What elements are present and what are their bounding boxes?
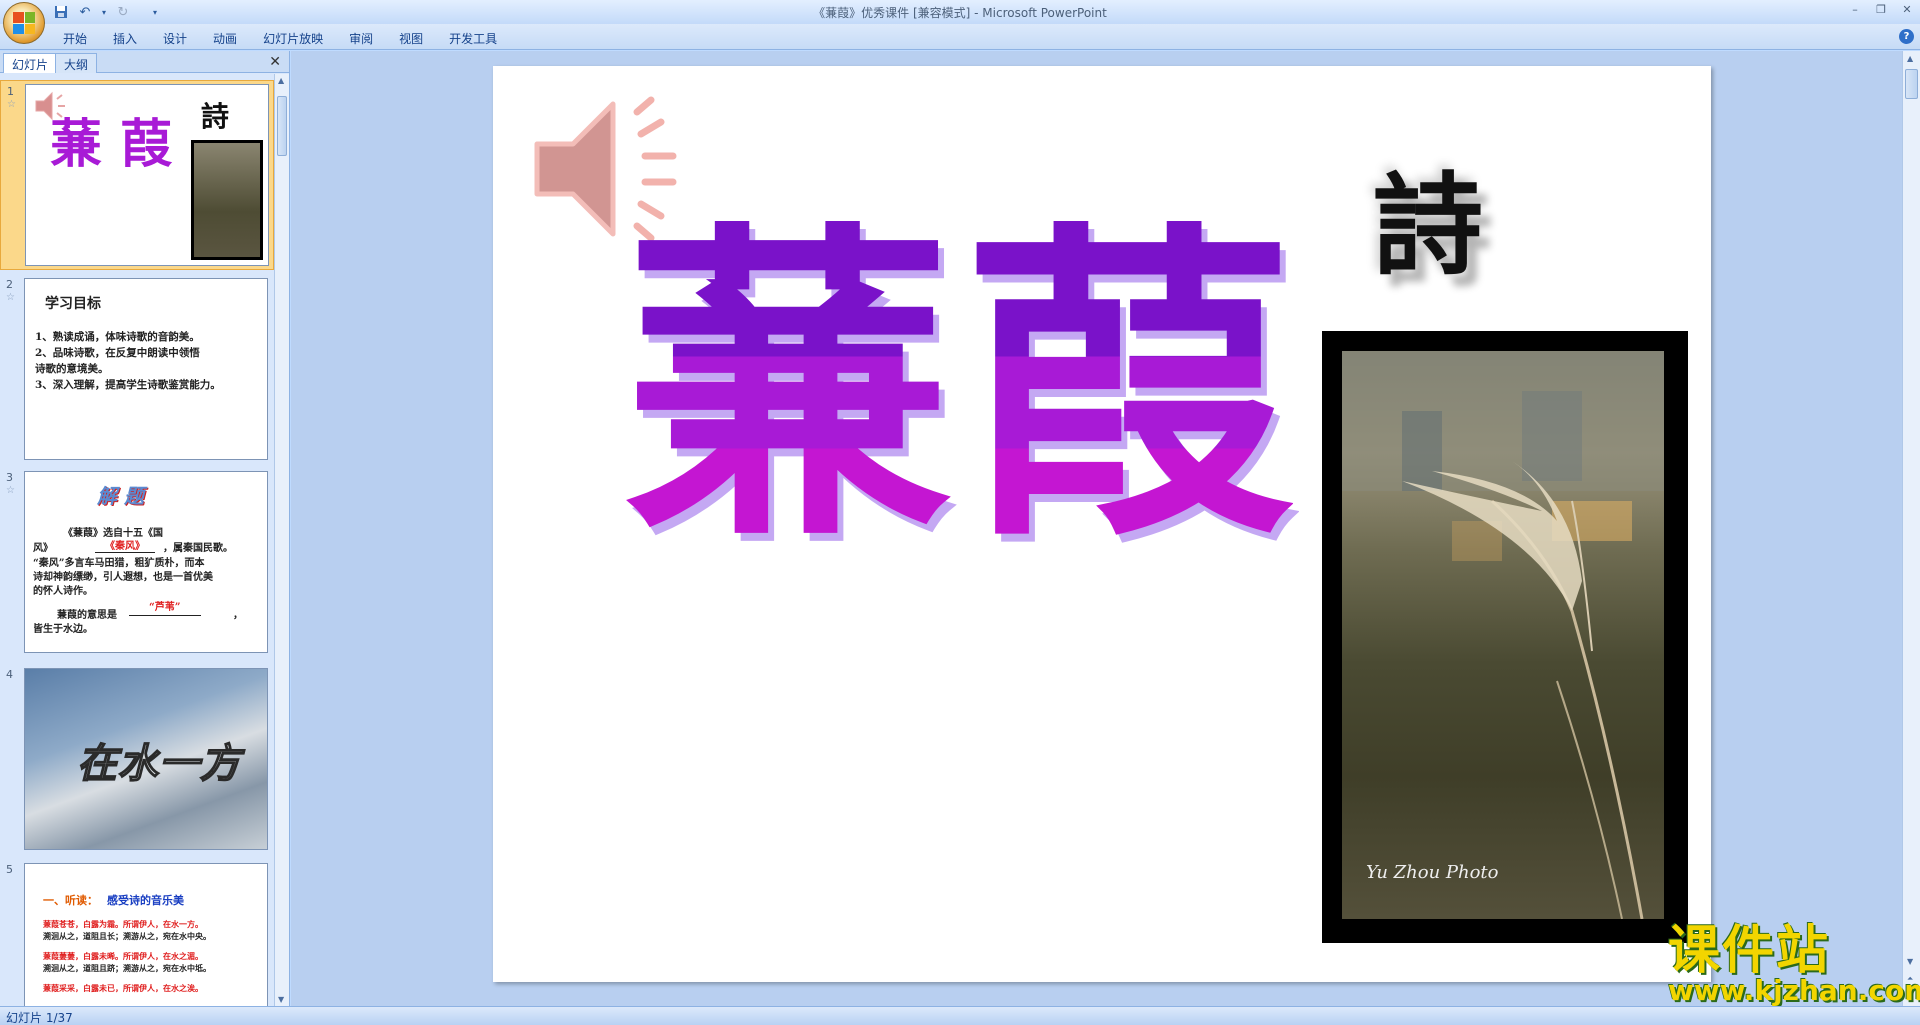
scroll-up-icon[interactable]: ▲ — [1907, 54, 1913, 63]
thumb-5-line-2: 溯洄从之，道阻且长；溯游从之，宛在水中央。 — [43, 931, 211, 941]
thumb-3-line-6-answer: “芦苇” — [129, 598, 201, 616]
thumb-3-line-2-answer: 《秦风》 — [95, 537, 155, 553]
slide-1[interactable]: 蒹 葭 詩 Yu Zhou Photo — [493, 66, 1711, 982]
slide-thumb-2-preview: 学习目标 1、熟读成诵，体味诗歌的音韵美。 2、品味诗歌，在反复中朗读中领悟 诗… — [24, 278, 268, 460]
slide-number: 2 — [6, 278, 13, 291]
thumbnails-scrollbar[interactable]: ▲ ▼ — [274, 74, 289, 1006]
ribbon-tabs: 开始 插入 设计 动画 幻灯片放映 审阅 视图 开发工具 — [50, 28, 510, 49]
status-bar: 幻灯片 1/37 — [0, 1006, 1920, 1025]
thumb-5-line-1: 蒹葭苍苍，白露为霜。所谓伊人，在水一方。 — [43, 919, 203, 929]
office-logo-icon — [13, 12, 35, 34]
canvas-scrollbar[interactable]: ▲ ▼ ⏶ ⏷ — [1902, 51, 1920, 1006]
thumb-5-line-3: 蒹葭萋萋，白露未晞。所谓伊人，在水之湄。 — [43, 951, 203, 961]
slide-thumb-3-preview: 解 题 《蒹葭》选自十五《国 风》 《秦风》 ，属秦国民歌。 “秦风”多言车马田… — [24, 471, 268, 653]
restore-icon[interactable]: ❐ — [1868, 0, 1894, 18]
slide-thumbnail-4[interactable]: 4 在水一方 — [0, 664, 274, 850]
slide-thumbnails: 1 ☆ 蒹 葭 詩 2 ☆ 学习目标 1、熟读成诵，体味诗歌的音韵美。 2、品味… — [0, 74, 274, 1006]
tab-home[interactable]: 开始 — [50, 28, 100, 49]
slide-thumb-1-preview: 蒹 葭 詩 — [25, 84, 269, 266]
thumb-3-line-7: 皆生于水边。 — [33, 624, 93, 635]
slide-thumbnail-1[interactable]: 1 ☆ 蒹 葭 詩 — [0, 80, 274, 270]
slide-thumb-4-preview: 在水一方 — [24, 668, 268, 850]
photo-caption: Yu Zhou Photo — [1366, 862, 1499, 883]
scroll-up-icon[interactable]: ▲ — [278, 76, 284, 85]
slide-number: 4 — [6, 668, 13, 681]
thumb-3-line-5: 的怀人诗作。 — [33, 586, 93, 597]
window-controls: – ❐ ✕ — [1842, 0, 1920, 18]
slide-counter: 幻灯片 1/37 — [6, 1011, 73, 1025]
slide-number: 5 — [6, 863, 13, 876]
animation-star-icon: ☆ — [6, 485, 15, 496]
scrollbar-thumb[interactable] — [277, 96, 287, 156]
tab-slides[interactable]: 幻灯片 — [3, 53, 58, 73]
thumb-3-line-3: “秦风”多言车马田猎，粗犷质朴，而本 — [33, 558, 205, 569]
thumb-5-line-5: 蒹葭采采，白露未已，所谓伊人，在水之涘。 — [43, 983, 203, 993]
reed-photo: Yu Zhou Photo — [1342, 351, 1664, 919]
thumb-3-heading: 解 题 — [97, 484, 144, 508]
thumb-3-line-4: 诗却神韵缥缈，引人遐想，也是一首优美 — [33, 572, 213, 583]
thumb-2-line-1: 1、熟读成诵，体味诗歌的音韵美。 — [35, 331, 200, 343]
thumb-3-line-2: 风》 — [33, 543, 53, 554]
tab-outline[interactable]: 大纲 — [55, 53, 98, 73]
scrollbar-thumb[interactable] — [1905, 69, 1918, 99]
thumb-5-heading: 感受诗的音乐美 — [107, 894, 184, 907]
site-watermark: 课件站 www.kjzhan.com — [1668, 925, 1920, 1005]
slide-thumbnail-5[interactable]: 5 一、听读： 感受诗的音乐美 蒹葭苍苍，白露为霜。所谓伊人，在水一方。 溯洄从… — [0, 859, 274, 1006]
thumb-2-line-3: 诗歌的意境美。 — [35, 363, 109, 375]
close-pane-icon[interactable]: ✕ — [269, 54, 281, 70]
window-title: 《蒹葭》优秀课件 [兼容模式] - Microsoft PowerPoint — [813, 6, 1107, 20]
tab-view[interactable]: 视图 — [386, 28, 436, 49]
slide-title-char-1[interactable]: 蒹 — [623, 221, 953, 551]
thumb-5-line-4: 溯洄从之，道阻且跻；溯游从之，宛在水中坻。 — [43, 963, 211, 973]
tab-design[interactable]: 设计 — [150, 28, 200, 49]
scroll-down-icon[interactable]: ▼ — [278, 995, 284, 1004]
slide-title-char-2[interactable]: 葭 — [963, 221, 1293, 551]
watermark-brand: 课件站 — [1668, 921, 1831, 981]
tab-animations[interactable]: 动画 — [200, 28, 250, 49]
animation-star-icon: ☆ — [7, 99, 16, 110]
title-bar: ↶ ▾ ↻ ▾ 《蒹葭》优秀课件 [兼容模式] - Microsoft Powe… — [0, 0, 1920, 44]
thumb-1-photo — [191, 140, 263, 260]
thumb-3-line-6: 蒹葭的意思是 — [57, 610, 117, 621]
slide-thumbnail-2[interactable]: 2 ☆ 学习目标 1、熟读成诵，体味诗歌的音韵美。 2、品味诗歌，在反复中朗读中… — [0, 274, 274, 460]
tab-slideshow[interactable]: 幻灯片放映 — [250, 28, 336, 49]
reed-photo-frame[interactable]: Yu Zhou Photo — [1322, 331, 1688, 943]
thumb-3-line-2-tail: ，属秦国民歌。 — [163, 543, 233, 554]
slide-thumbnail-3[interactable]: 3 ☆ 解 题 《蒹葭》选自十五《国 风》 《秦风》 ，属秦国民歌。 “秦风”多… — [0, 467, 274, 653]
thumb-2-line-2: 2、品味诗歌，在反复中朗读中领悟 — [35, 347, 200, 359]
watermark-url: www.kjzhan.com — [1668, 974, 1920, 1007]
reed-plant-icon — [1342, 351, 1664, 919]
slide-thumb-5-preview: 一、听读： 感受诗的音乐美 蒹葭苍苍，白露为霜。所谓伊人，在水一方。 溯洄从之，… — [24, 863, 268, 1006]
thumb-2-heading: 学习目标 — [45, 296, 101, 312]
corner-calligraphy[interactable]: 詩 — [1373, 136, 1483, 296]
thumb-4-title: 在水一方 — [76, 739, 241, 788]
thumb-1-corner: 詩 — [201, 100, 230, 133]
thumb-5-heading-prefix: 一、听读： — [43, 894, 98, 907]
thumb-1-title: 蒹 葭 — [50, 114, 173, 175]
thumb-2-line-4: 3、深入理解，提高学生诗歌鉴赏能力。 — [35, 379, 221, 391]
animation-star-icon: ☆ — [6, 292, 15, 303]
close-icon[interactable]: ✕ — [1894, 0, 1920, 18]
pane-tabs: 幻灯片 大纲 ✕ — [0, 51, 289, 73]
slides-pane: 幻灯片 大纲 ✕ 1 ☆ 蒹 葭 詩 2 ☆ 学习目标 1、熟读成诵，体味诗歌的… — [0, 51, 290, 1006]
ribbon: 开始 插入 设计 动画 幻灯片放映 审阅 视图 开发工具 ? — [0, 24, 1920, 50]
minimize-icon[interactable]: – — [1842, 0, 1868, 18]
office-button[interactable] — [3, 2, 45, 44]
help-icon[interactable]: ? — [1899, 29, 1914, 44]
tab-review[interactable]: 审阅 — [336, 28, 386, 49]
slide-number: 1 — [7, 85, 14, 98]
tab-developer[interactable]: 开发工具 — [436, 28, 510, 49]
slide-number: 3 — [6, 471, 13, 484]
thumb-3-line-6-tail: ， — [233, 610, 243, 621]
tab-insert[interactable]: 插入 — [100, 28, 150, 49]
